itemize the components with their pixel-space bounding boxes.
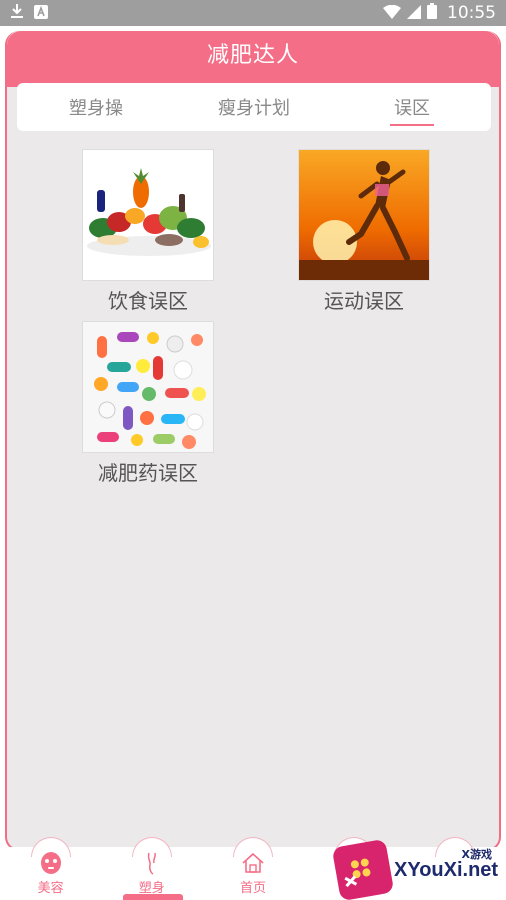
tab-bar: 塑身操 瘦身计划 误区	[17, 83, 491, 131]
myth-item-diet[interactable]: 饮食误区	[73, 149, 223, 314]
watermark: XYouXi.net X游戏	[331, 838, 506, 900]
wifi-icon	[383, 4, 401, 23]
watermark-sub: X游戏	[461, 848, 492, 861]
tab-label: 误区	[394, 98, 430, 119]
nav-label: 首页	[240, 881, 267, 896]
tab-label: 塑身操	[69, 98, 123, 119]
nav-label: 塑身	[138, 881, 165, 896]
myth-item-label: 饮食误区	[108, 289, 188, 313]
status-time: 10:55	[447, 3, 496, 23]
battery-icon	[427, 3, 437, 23]
nav-item-beauty[interactable]: 美容	[0, 837, 101, 900]
nav-item-body[interactable]: 塑身	[101, 837, 202, 900]
app-frame: 减肥达人 塑身操 瘦身计划 误区 饮食误区 运动误区 减肥药误区	[5, 31, 501, 851]
pills-image	[82, 321, 214, 453]
runner-image	[298, 149, 430, 281]
page-title: 减肥达人	[7, 31, 499, 75]
tab-slimming-plan[interactable]: 瘦身计划	[175, 83, 333, 131]
home-icon	[241, 851, 265, 875]
myth-item-diet-pills[interactable]: 减肥药误区	[73, 321, 223, 486]
myth-item-label: 减肥药误区	[98, 461, 198, 485]
myth-item-exercise[interactable]: 运动误区	[289, 149, 439, 314]
myth-item-label: 运动误区	[324, 289, 404, 313]
tab-myths[interactable]: 误区	[333, 83, 491, 131]
body-icon	[141, 851, 163, 875]
face-mask-icon	[40, 851, 62, 875]
nav-label: 美容	[37, 881, 64, 896]
nav-item-home[interactable]: 首页	[202, 837, 303, 900]
download-icon	[10, 3, 24, 23]
signal-icon	[407, 4, 421, 23]
vegetables-image	[82, 149, 214, 281]
tab-shaping-exercise[interactable]: 塑身操	[17, 83, 175, 131]
tab-label: 瘦身计划	[218, 98, 290, 119]
watermark-logo-icon	[331, 838, 395, 900]
status-bar: 10:55	[0, 0, 506, 26]
tab-active-indicator	[390, 124, 434, 126]
font-a-icon	[34, 4, 48, 23]
